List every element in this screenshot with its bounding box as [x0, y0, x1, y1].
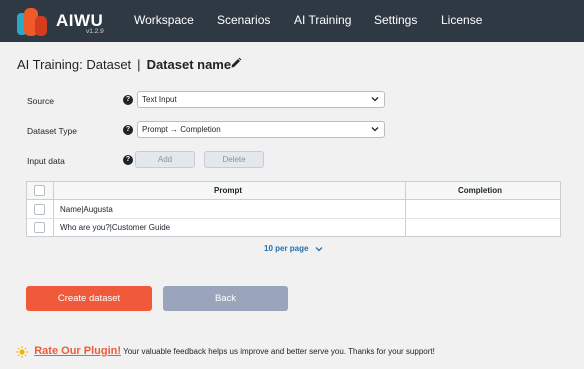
back-button[interactable]: Back	[163, 286, 288, 311]
dataset-type-help-icon[interactable]: ?	[123, 125, 133, 135]
nav-ai-training[interactable]: AI Training	[294, 13, 351, 27]
delete-button[interactable]: Delete	[204, 151, 264, 168]
source-select-value: Text Input	[142, 95, 177, 104]
top-navigation-bar: AIWU v1.2.9 Workspace Scenarios AI Train…	[0, 0, 584, 42]
chevron-down-icon	[371, 127, 379, 132]
nav-license[interactable]: License	[441, 13, 482, 27]
row-checkbox[interactable]	[34, 222, 45, 233]
dataset-type-select-value: Prompt → Completion	[142, 125, 221, 134]
table-cell-prompt[interactable]: Name|Augusta	[60, 205, 113, 214]
column-header-completion: Completion	[458, 186, 502, 195]
dataset-type-select[interactable]: Prompt → Completion	[137, 121, 385, 138]
chevron-down-icon	[315, 246, 323, 252]
feedback-footer: Rate Our Plugin! Your valuable feedback …	[16, 345, 435, 358]
column-divider	[405, 182, 406, 236]
page-title: AI Training: Dataset | Dataset name	[17, 57, 231, 72]
input-data-label: Input data	[27, 156, 65, 166]
per-page-selector[interactable]: 10 per page	[264, 244, 323, 253]
title-separator: |	[137, 57, 141, 72]
per-page-label: 10 per page	[264, 244, 309, 253]
column-header-prompt: Prompt	[214, 186, 242, 195]
input-data-help-icon[interactable]: ?	[123, 155, 133, 165]
table-cell-prompt[interactable]: Who are you?|Customer Guide	[60, 223, 170, 232]
dataset-type-label: Dataset Type	[27, 126, 77, 136]
column-divider	[53, 182, 54, 236]
feedback-message: Your valuable feedback helps us improve …	[123, 347, 435, 356]
source-label: Source	[27, 96, 54, 106]
source-help-icon[interactable]: ?	[123, 95, 133, 105]
chevron-down-icon	[371, 97, 379, 102]
nav-settings[interactable]: Settings	[374, 13, 417, 27]
dataset-table: Prompt Completion Name|Augusta Who are y…	[26, 181, 561, 237]
row-divider	[27, 218, 560, 219]
source-select[interactable]: Text Input	[137, 91, 385, 108]
select-all-checkbox[interactable]	[34, 185, 45, 196]
rate-plugin-link[interactable]: Rate Our Plugin!	[34, 345, 121, 357]
logo-shape-red	[35, 16, 47, 36]
nav-scenarios[interactable]: Scenarios	[217, 13, 270, 27]
aiwu-logo[interactable]	[15, 6, 48, 36]
add-button[interactable]: Add	[135, 151, 195, 168]
row-checkbox[interactable]	[34, 204, 45, 215]
version-label: v1.2.9	[86, 28, 104, 35]
dataset-name: Dataset name	[146, 57, 232, 72]
nav-workspace[interactable]: Workspace	[134, 13, 194, 27]
create-dataset-button[interactable]: Create dataset	[26, 286, 152, 311]
page-title-section: AI Training: Dataset	[17, 57, 132, 72]
edit-pencil-icon[interactable]	[230, 57, 242, 69]
sun-icon	[16, 346, 28, 358]
